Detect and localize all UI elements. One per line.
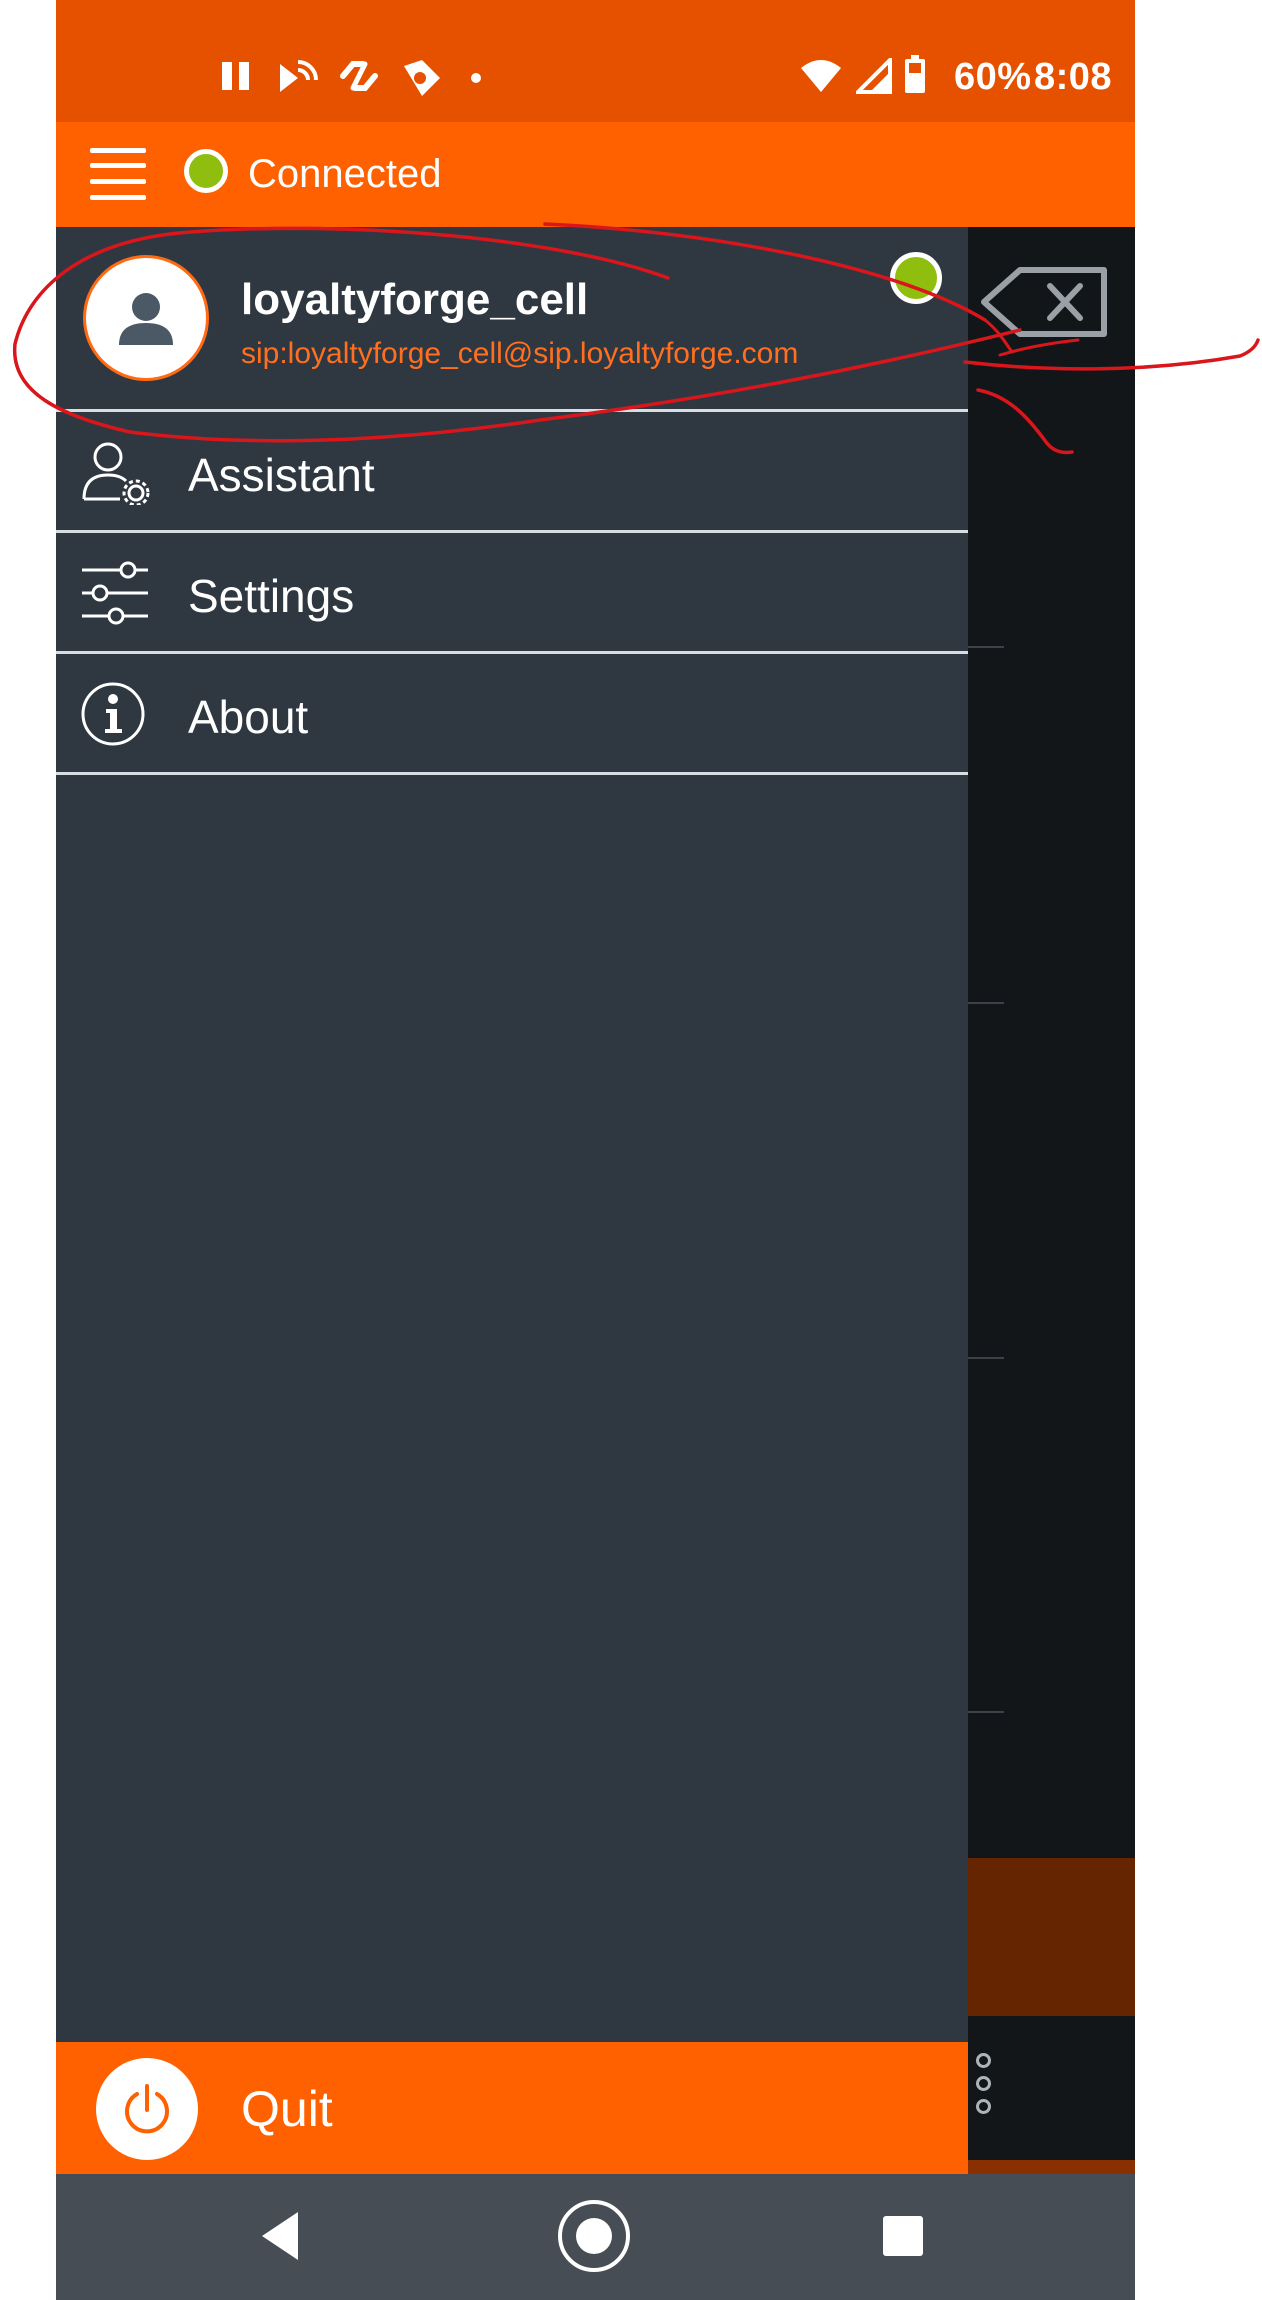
hamburger-icon[interactable]	[90, 148, 146, 200]
power-icon	[125, 2084, 169, 2134]
app-bar: Connected	[56, 122, 1135, 227]
account-sip-address: sip:loyaltyforge_cell@sip.loyaltyforge.c…	[241, 337, 799, 370]
account-header[interactable]: loyaltyforge_cell sip:loyaltyforge_cell@…	[56, 227, 968, 412]
assistant-icon	[82, 442, 150, 505]
more-options-icon[interactable]	[976, 2053, 991, 2122]
cast-icon	[280, 60, 318, 92]
pause-icon	[222, 62, 249, 90]
wifi-icon	[801, 60, 841, 92]
sync-icon	[340, 61, 378, 91]
tab-indicator	[968, 2160, 1135, 2174]
navigation-drawer: loyaltyforge_cell sip:loyaltyforge_cell@…	[56, 227, 968, 2174]
recents-icon[interactable]	[882, 2215, 924, 2257]
menu-item-assistant[interactable]: Assistant	[56, 412, 968, 533]
back-icon[interactable]	[258, 2210, 302, 2262]
clock: 8:08	[1034, 56, 1113, 98]
system-nav-bar	[56, 2174, 1135, 2300]
avatar	[83, 255, 209, 381]
dialpad-divider	[968, 1711, 1004, 1713]
quit-button[interactable]: Quit	[56, 2042, 968, 2174]
info-icon	[81, 682, 145, 746]
backspace-icon[interactable]	[968, 262, 1108, 342]
menu-item-settings[interactable]: Settings	[56, 533, 968, 654]
menu-item-label: Assistant	[188, 449, 375, 501]
cellular-icon	[856, 58, 892, 94]
menu-item-label: About	[188, 691, 309, 743]
connection-status-dot	[184, 149, 228, 193]
battery-icon	[905, 55, 925, 93]
dialpad-divider	[968, 1002, 1004, 1004]
phone-tag-icon	[404, 60, 440, 96]
dot-icon	[471, 73, 481, 83]
call-button-background[interactable]	[968, 1858, 1135, 2016]
dialpad-divider	[968, 646, 1004, 648]
menu-item-label: Settings	[188, 570, 355, 622]
phone-screen: 60% 8:08 Connected loyaltyforge_cell sip…	[56, 0, 1135, 2300]
home-icon[interactable]	[556, 2198, 632, 2274]
battery-percent: 60%	[954, 56, 1032, 98]
connection-status-label: Connected	[248, 152, 442, 196]
quit-label: Quit	[241, 2081, 333, 2137]
status-bar: 60% 8:08	[56, 0, 1135, 122]
settings-sliders-icon	[82, 561, 148, 625]
dialpad-divider	[968, 1357, 1004, 1359]
user-icon	[119, 293, 173, 345]
menu-item-about[interactable]: About	[56, 654, 968, 775]
power-icon-container	[96, 2058, 198, 2160]
account-username: loyaltyforge_cell	[241, 275, 589, 324]
presence-indicator	[890, 252, 942, 304]
